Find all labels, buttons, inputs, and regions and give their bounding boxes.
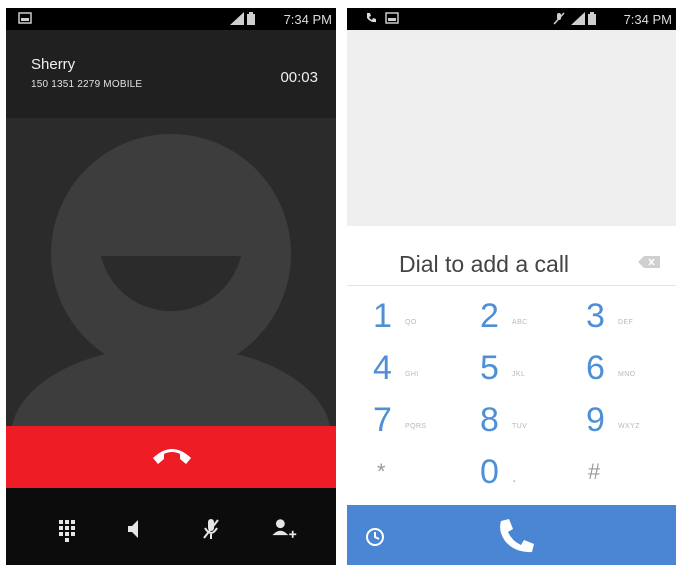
in-call-screen: 7:34 PM Sherry 150 1351 2279 MOBILE 00:0…	[6, 8, 336, 565]
key-digit: 9	[586, 401, 605, 439]
key-star[interactable]: *	[377, 447, 467, 499]
signal-icon	[571, 12, 585, 25]
key-digit: 1	[373, 297, 392, 335]
key-3[interactable]: 3 DEF	[586, 291, 676, 343]
key-letters: .	[512, 469, 517, 486]
key-digit: 2	[480, 297, 499, 335]
key-digit: 7	[373, 401, 392, 439]
mic-muted-icon	[553, 12, 565, 25]
status-bar: 7:34 PM	[6, 8, 336, 30]
end-call-button[interactable]	[6, 426, 336, 488]
key-0[interactable]: 0 .	[480, 447, 570, 499]
key-letters: GHI	[405, 371, 419, 378]
image-icon	[385, 12, 399, 24]
key-letters: WXYZ	[618, 423, 640, 430]
key-letters: DEF	[618, 319, 634, 326]
key-5[interactable]: 5 JKL	[480, 343, 570, 395]
history-icon[interactable]	[365, 527, 385, 547]
default-avatar-icon	[12, 134, 330, 426]
key-digit: 4	[373, 349, 392, 387]
add-call-screen: 7:34 PM Dial to add a call 1 QO 2 ABC 3 …	[347, 8, 676, 565]
key-letters: TUV	[512, 423, 528, 430]
dial-prompt: Dial to add a call	[399, 251, 570, 277]
signal-icon	[230, 12, 244, 25]
status-time: 7:34 PM	[623, 12, 672, 27]
phone-icon	[367, 13, 376, 23]
key-digit: 3	[586, 297, 605, 335]
key-letters: MNO	[618, 371, 636, 378]
call-log-area	[347, 30, 676, 226]
dial-keypad: 1 QO 2 ABC 3 DEF 4 GHI 5 JKL 6 MNO 7 PQR…	[347, 291, 676, 504]
key-digit: 8	[480, 401, 499, 439]
key-digit: 0	[480, 453, 499, 491]
call-controls	[6, 488, 336, 565]
hang-up-icon	[153, 449, 191, 464]
key-letters: ABC	[512, 319, 528, 326]
call-header: Sherry 150 1351 2279 MOBILE 00:03	[6, 30, 336, 118]
contact-photo-placeholder	[6, 118, 336, 426]
image-icon	[18, 12, 32, 24]
speaker-icon[interactable]	[119, 514, 149, 544]
backspace-icon[interactable]	[638, 256, 660, 268]
caller-name: Sherry	[31, 56, 76, 73]
battery-icon	[247, 12, 255, 25]
add-call-icon[interactable]	[268, 514, 298, 544]
key-pound[interactable]: #	[588, 447, 676, 499]
key-digit: *	[377, 459, 386, 484]
key-8[interactable]: 8 TUV	[480, 395, 570, 447]
dial-header: Dial to add a call	[347, 226, 676, 286]
call-timer: 00:03	[280, 69, 318, 86]
battery-icon	[588, 12, 596, 25]
key-4[interactable]: 4 GHI	[373, 343, 463, 395]
key-6[interactable]: 6 MNO	[586, 343, 676, 395]
dial-icon[interactable]	[495, 517, 539, 557]
dialpad-icon[interactable]	[52, 514, 82, 544]
key-digit: 5	[480, 349, 499, 387]
key-letters: JKL	[512, 371, 526, 378]
dial-bar	[347, 505, 676, 565]
key-letters: QO	[405, 319, 417, 326]
key-9[interactable]: 9 WXYZ	[586, 395, 676, 447]
mute-icon[interactable]	[196, 514, 226, 544]
key-2[interactable]: 2 ABC	[480, 291, 570, 343]
caller-number: 150 1351 2279 MOBILE	[31, 79, 143, 90]
key-letters: PQRS	[405, 423, 427, 430]
key-1[interactable]: 1 QO	[373, 291, 463, 343]
key-digit: 6	[586, 349, 605, 387]
key-digit: #	[588, 459, 601, 484]
status-time: 7:34 PM	[283, 12, 332, 27]
status-bar: 7:34 PM	[347, 8, 676, 30]
key-7[interactable]: 7 PQRS	[373, 395, 463, 447]
